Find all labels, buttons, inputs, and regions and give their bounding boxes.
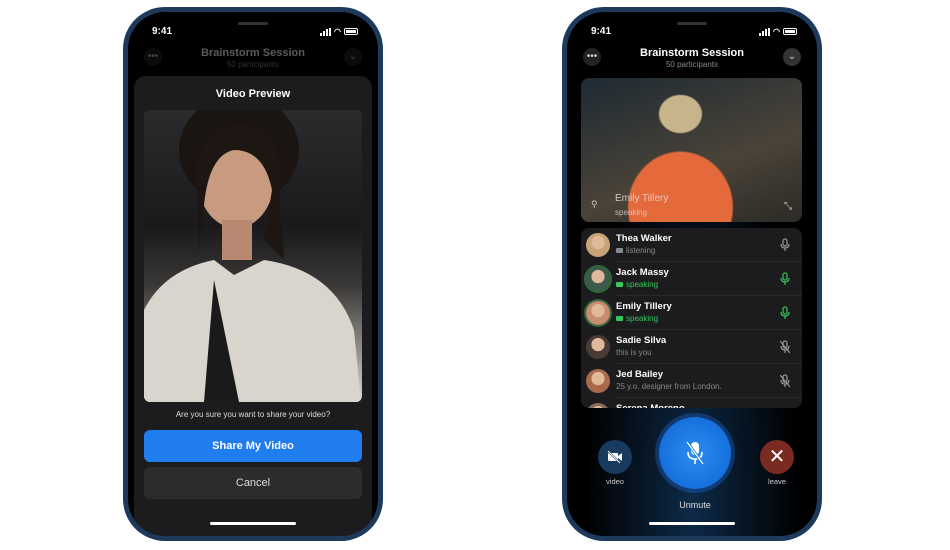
notch [677,22,707,25]
leave-label: leave [768,477,786,486]
video-off-icon [607,451,622,463]
participant-row[interactable]: Jed Bailey 25 y.o. designer from London. [581,364,802,398]
participant-status: speaking [626,314,659,323]
screen-right: 9:41 ◠ ••• Brainstorm Session 50 partici… [567,12,817,536]
session-header: Brainstorm Session 50 participants [567,47,817,69]
participant-row[interactable]: Thea Walker listening [581,228,802,262]
notch [238,22,268,25]
participant-name: Sadie Silva [616,335,667,346]
mic-icon[interactable] [780,238,790,252]
share-question: Are you sure you want to share your vide… [175,410,331,419]
mic-icon[interactable] [780,272,790,286]
participants-count: 50 participants [226,60,280,69]
phone-right: 9:41 ◠ ••• Brainstorm Session 50 partici… [562,7,822,541]
mic-off-icon[interactable] [780,374,790,388]
avatar [586,335,610,359]
video-preview-image [144,110,362,402]
unmute-button[interactable] [659,417,731,489]
video-button[interactable] [598,440,632,474]
avatar [586,267,610,291]
collapse-button[interactable]: ⌄ [783,48,801,66]
featured-video[interactable]: ⚲ Emily Tillery speaking ⤡ [581,78,802,222]
participant-name: Thea Walker [616,233,672,244]
participant-row[interactable]: Serena Moreno [581,398,802,408]
sheet-title: Video Preview [215,88,291,100]
participant-status: this is you [616,348,652,357]
avatar [586,369,610,393]
pin-icon[interactable]: ⚲ [591,199,598,210]
phone-left: 9:41 ◠ ••• Brainstorm Session 50 partici… [123,7,383,541]
session-header: Brainstorm Session 50 participants [128,47,378,69]
mic-off-icon [685,441,705,465]
video-camera-icon [616,248,623,253]
wifi-icon: ◠ [334,27,341,36]
unmute-label: Unmute [679,500,711,510]
status-time: 9:41 [591,26,612,37]
participant-name: Serena Moreno [616,403,802,408]
status-bar: 9:41 ◠ [591,26,797,37]
wifi-icon: ◠ [773,27,780,36]
participant-name: Jed Bailey [616,369,663,380]
home-indicator [210,522,296,525]
participant-status: listening [626,246,656,255]
home-indicator [649,522,735,525]
participant-name: Jack Massy [616,267,669,278]
status-time: 9:41 [152,26,173,37]
expand-icon[interactable]: ⤡ [784,201,792,212]
video-camera-icon [616,282,623,287]
participant-name: Emily Tillery [616,301,672,312]
cancel-button[interactable]: Cancel [144,467,362,499]
video-preview-sheet: Video Preview Are you sure you want to s… [134,76,372,536]
avatar [586,233,610,257]
share-video-button[interactable]: Share My Video [144,430,362,462]
close-icon: ✕ [768,446,786,468]
leave-button[interactable]: ✕ [760,440,794,474]
participant-status: speaking [626,280,659,289]
screen-left: 9:41 ◠ ••• Brainstorm Session 50 partici… [128,12,378,536]
collapse-button[interactable]: ⌄ [344,48,362,66]
status-bar: 9:41 ◠ [152,26,358,37]
participants-count: 50 participants [665,60,719,69]
signal-icon [320,27,332,36]
video-label: video [606,477,624,486]
chevron-down-icon: ⌄ [787,51,797,62]
participant-status: 25 y.o. designer from London. [616,382,722,391]
chevron-down-icon: ⌄ [348,51,358,62]
battery-icon [344,28,358,35]
avatar [586,301,610,325]
battery-icon [783,28,797,35]
participant-row[interactable]: Sadie Silva this is you [581,330,802,364]
participant-row[interactable]: Jack Massy speaking [581,262,802,296]
participants-list[interactable]: Thea Walker listening Jack Massy speakin… [581,228,802,408]
mic-off-icon[interactable] [780,340,790,354]
signal-icon [759,27,771,36]
session-title: Brainstorm Session [640,47,744,59]
avatar [586,403,610,408]
participant-row[interactable]: Emily Tillery speaking [581,296,802,330]
featured-name: Emily Tillery [615,193,669,204]
mic-icon[interactable] [780,306,790,320]
featured-status: speaking [615,208,648,217]
session-title: Brainstorm Session [201,47,305,59]
video-camera-icon [616,316,623,321]
